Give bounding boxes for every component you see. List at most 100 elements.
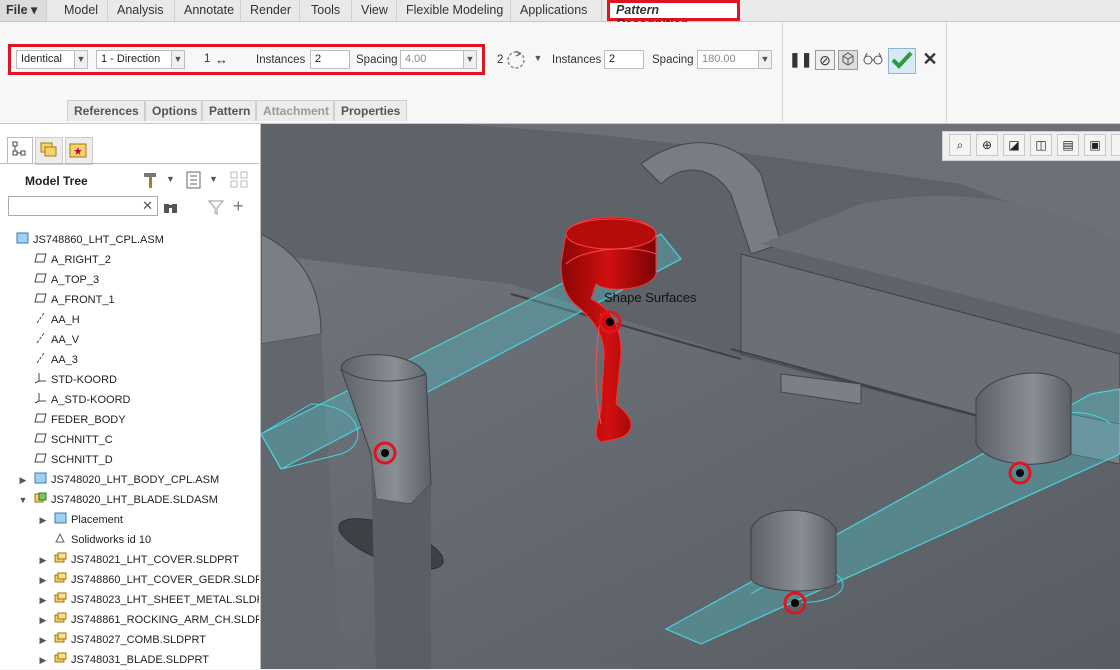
spacing-label-2: Spacing: [652, 54, 694, 66]
chevron-down-icon[interactable]: ▼: [463, 50, 477, 69]
tab-pattern-recognition[interactable]: Pattern Recognition: [607, 0, 740, 31]
tab-tools[interactable]: Tools: [305, 0, 352, 21]
expand-arrow-icon[interactable]: ▶: [18, 470, 28, 490]
pattern-type-select[interactable]: Identical: [16, 50, 75, 69]
glasses-icon[interactable]: [863, 50, 883, 70]
tree-item[interactable]: ▶ JS748020_LHT_BODY_CPL.ASM: [20, 470, 220, 490]
expand-arrow-icon[interactable]: ▶: [38, 510, 48, 530]
tree-item[interactable]: AA_H: [34, 310, 80, 330]
tree-columns-icon[interactable]: [228, 169, 252, 191]
tree-item[interactable]: JS748860_LHT_CPL.ASM: [16, 230, 164, 250]
tree-item[interactable]: STD-KOORD: [34, 370, 117, 390]
tab-flexible-modeling[interactable]: Flexible Modeling: [400, 0, 511, 21]
tab-attachment[interactable]: Attachment: [256, 100, 334, 121]
model-tree-tab-icon[interactable]: [7, 137, 33, 164]
csys-icon: [34, 391, 46, 404]
tree-item[interactable]: ▶ JS748031_BLADE.SLDPRT: [40, 650, 209, 670]
spacing-field-2[interactable]: 180.00: [697, 50, 759, 69]
clear-search-icon[interactable]: ✕: [142, 198, 153, 214]
tree-item[interactable]: SCHNITT_D: [34, 450, 113, 470]
filter-funnel-icon[interactable]: [207, 198, 225, 216]
chevron-down-icon[interactable]: ▼: [166, 174, 175, 184]
divider: [0, 163, 259, 164]
tab-pattern[interactable]: Pattern: [202, 100, 256, 121]
chevron-down-icon[interactable]: ▼: [209, 174, 218, 184]
more-tools-icon[interactable]: [1111, 134, 1120, 156]
tree-item[interactable]: SCHNITT_C: [34, 430, 113, 450]
tree-item[interactable]: ▶ JS748023_LHT_SHEET_METAL.SLDP: [40, 590, 259, 610]
preview-icon[interactable]: [838, 50, 858, 70]
tree-item[interactable]: ▶ JS748021_LHT_COVER.SLDPRT: [40, 550, 239, 570]
tree-item[interactable]: Solidworks id 10: [54, 530, 151, 550]
direction-index: 1: [204, 53, 211, 65]
chevron-down-icon[interactable]: ▼: [531, 50, 545, 69]
confirm-check-icon[interactable]: [888, 48, 916, 74]
tab-analysis[interactable]: Analysis: [111, 0, 175, 21]
cancel-close-icon[interactable]: ✕: [920, 50, 940, 70]
refit-icon[interactable]: ⌕: [949, 134, 971, 156]
tree-item[interactable]: A_STD-KOORD: [34, 390, 130, 410]
tab-view[interactable]: View: [355, 0, 397, 21]
tab-references[interactable]: References: [67, 100, 145, 121]
tree-item[interactable]: ▶ JS748027_COMB.SLDPRT: [40, 630, 206, 650]
tree-item[interactable]: ▶ JS748860_LHT_COVER_GEDR.SLDP: [40, 570, 259, 590]
tree-filter-list-icon[interactable]: [183, 169, 205, 191]
pause-icon[interactable]: ❚❚: [789, 50, 812, 70]
display-style-icon[interactable]: ▣: [1084, 134, 1106, 156]
zoom-out-icon[interactable]: ◪: [1003, 134, 1025, 156]
tree-item[interactable]: ▼ JS748020_LHT_BLADE.SLDASM: [19, 490, 218, 510]
chevron-down-icon[interactable]: ▼: [74, 50, 88, 69]
expand-arrow-icon[interactable]: ▶: [38, 650, 48, 670]
file-menu[interactable]: File ▾: [0, 0, 47, 21]
tab-options[interactable]: Options: [145, 100, 202, 121]
direction-arrow-icon[interactable]: ↔: [215, 50, 228, 69]
instances-field[interactable]: 2: [310, 50, 350, 69]
tab-applications[interactable]: Applications: [514, 0, 602, 21]
rotation-icon[interactable]: [503, 46, 529, 74]
expand-arrow-icon[interactable]: ▶: [38, 570, 48, 590]
tree-item[interactable]: A_TOP_3: [34, 270, 99, 290]
tab-render[interactable]: Render: [244, 0, 300, 21]
tree-item[interactable]: ▶ JS748861_ROCKING_ARM_CH.SLDP: [40, 610, 259, 630]
tree-item[interactable]: A_FRONT_1: [34, 290, 115, 310]
tree-item[interactable]: ▶ Placement: [40, 510, 123, 530]
tree-item-label: A_FRONT_1: [51, 294, 115, 306]
tree-item-label: JS748021_LHT_COVER.SLDPRT: [71, 554, 239, 566]
favorites-tab-icon[interactable]: [65, 137, 93, 165]
expand-arrow-icon[interactable]: ▶: [38, 550, 48, 570]
repaint-icon[interactable]: ◫: [1030, 134, 1052, 156]
expand-arrow-icon[interactable]: ▶: [38, 610, 48, 630]
datum-plane-icon: [34, 451, 47, 463]
layers-tab-icon[interactable]: [35, 137, 63, 165]
expand-arrow-icon[interactable]: ▶: [38, 590, 48, 610]
tree-item[interactable]: AA_V: [34, 330, 79, 350]
tab-annotate[interactable]: Annotate: [178, 0, 241, 21]
tree-settings-icon[interactable]: [140, 169, 162, 191]
tree-item[interactable]: A_RIGHT_2: [34, 250, 111, 270]
datum-plane-icon: [34, 251, 47, 263]
tab-properties[interactable]: Properties: [334, 100, 407, 121]
collapse-arrow-icon[interactable]: ▼: [18, 490, 28, 510]
tree-item[interactable]: FEDER_BODY: [34, 410, 126, 430]
tab-model[interactable]: Model: [58, 0, 108, 21]
graphics-viewport[interactable]: Shape Surfaces ⌕ ⊕ ◪ ◫ ▤ ▣: [261, 124, 1120, 669]
ribbon: Identical ▼ 1 - Direction ▼ 1 ↔ Instance…: [0, 22, 1120, 124]
tree-search-input[interactable]: ✕: [8, 196, 158, 216]
tree-item-label: JS748027_COMB.SLDPRT: [71, 634, 206, 646]
spacing-field[interactable]: 4.00: [400, 50, 464, 69]
saved-views-icon[interactable]: ▤: [1057, 134, 1079, 156]
add-icon[interactable]: +: [233, 196, 244, 217]
datum-plane-icon: [34, 291, 47, 303]
tree-item-label: SCHNITT_C: [51, 434, 113, 446]
part-icon: [54, 651, 67, 663]
zoom-in-icon[interactable]: ⊕: [976, 134, 998, 156]
no-preview-icon[interactable]: ⊘: [815, 50, 835, 70]
chevron-down-icon[interactable]: ▼: [758, 50, 772, 69]
chevron-down-icon[interactable]: ▼: [171, 50, 185, 69]
expand-arrow-icon[interactable]: ▶: [38, 630, 48, 650]
direction-select[interactable]: 1 - Direction: [96, 50, 172, 69]
instances-field-2[interactable]: 2: [604, 50, 644, 69]
tree-item[interactable]: AA_3: [34, 350, 78, 370]
find-binoculars-icon[interactable]: [162, 198, 180, 216]
tree-item-label: JS748020_LHT_BODY_CPL.ASM: [51, 474, 220, 486]
